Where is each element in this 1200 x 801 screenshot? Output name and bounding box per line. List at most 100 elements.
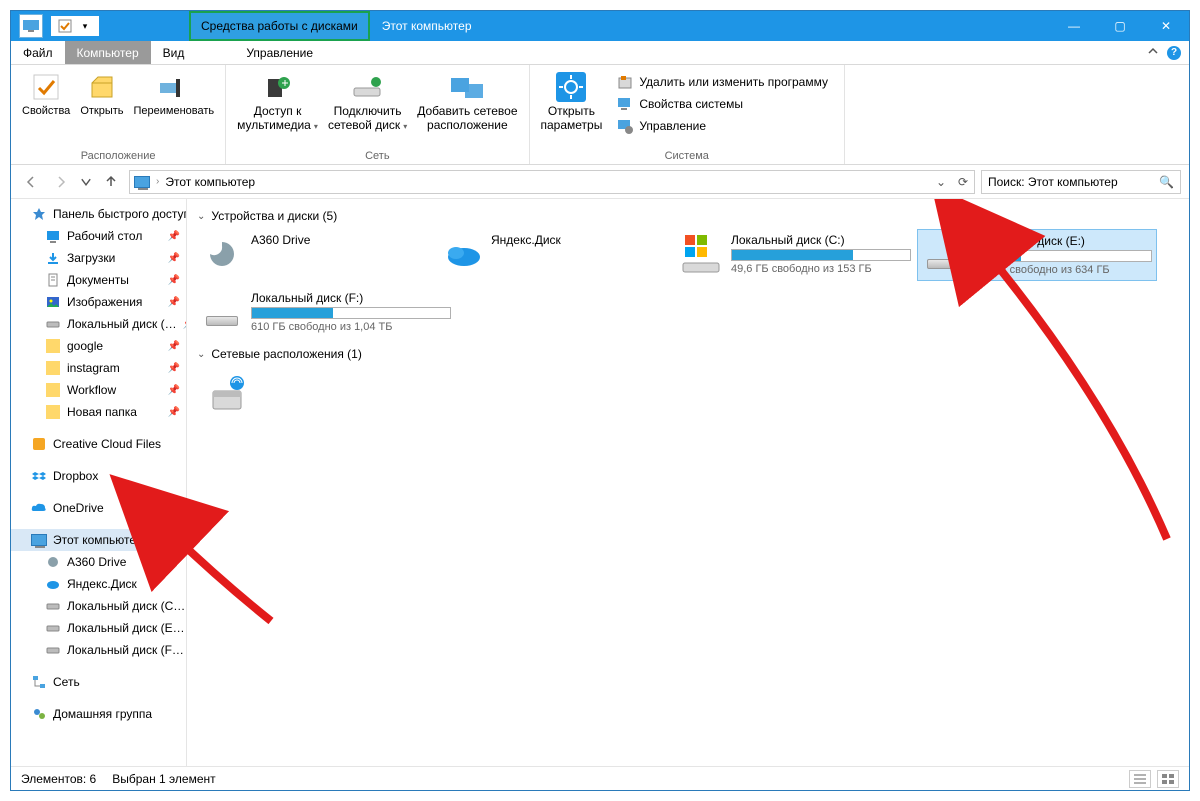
sidebar-item-le[interactable]: Локальный диск (E… — [11, 617, 186, 639]
open-label: Открыть — [80, 105, 123, 118]
ribbon-tabs: Файл Компьютер Вид Управление ? — [11, 41, 1189, 65]
address-dropdown-icon[interactable]: ⌄ — [930, 175, 952, 189]
capacity-bar-e — [972, 250, 1152, 262]
sidebar-item-lc[interactable]: Локальный диск (C… — [11, 595, 186, 617]
yadisk-icon — [441, 233, 483, 275]
sidebar-item-a360[interactable]: A360 Drive — [11, 551, 186, 573]
instagram-icon — [45, 360, 61, 376]
qat-dropdown-icon[interactable]: ▾ — [75, 18, 95, 34]
address-bar-row: › Этот компьютер ⌄ ⟳ Поиск: Этот компьют… — [11, 165, 1189, 199]
sidebar-item-documents[interactable]: Документы📌 — [11, 269, 186, 291]
pin-icon: 📌 — [168, 253, 180, 264]
view-details-button[interactable] — [1129, 770, 1151, 788]
system-properties-button[interactable]: Свойства системы — [613, 93, 832, 115]
status-selection: Выбран 1 элемент — [112, 772, 215, 786]
downloads-icon — [45, 250, 61, 266]
pin-icon: 📌 — [168, 407, 180, 418]
search-placeholder: Поиск: Этот компьютер — [988, 175, 1118, 189]
pin-icon: 📌 — [168, 297, 180, 308]
category-devices[interactable]: ⌄Устройства и диски (5) — [197, 209, 1179, 223]
collapse-ribbon-icon[interactable] — [1147, 45, 1159, 60]
lf-icon — [45, 642, 61, 658]
search-input[interactable]: Поиск: Этот компьютер 🔍 — [981, 170, 1181, 194]
dropbox[interactable]: Dropbox — [11, 465, 186, 487]
add-network-location-button[interactable]: Добавить сетевоерасположение — [412, 69, 522, 148]
capacity-bar-c — [731, 249, 911, 261]
nav-recent-dropdown[interactable] — [79, 170, 93, 194]
cc-icon — [31, 436, 47, 452]
pin-icon: 📌 — [168, 275, 180, 286]
ribbon-group-system: Открытьпараметры Удалить или изменить пр… — [530, 65, 845, 164]
minimize-button[interactable]: — — [1051, 11, 1097, 41]
sidebar-item-newfolder[interactable]: Новая папка📌 — [11, 401, 186, 423]
nav-back-button[interactable] — [19, 170, 43, 194]
status-bar: Элементов: 6 Выбран 1 элемент — [11, 766, 1189, 790]
tab-view[interactable]: Вид — [151, 41, 197, 64]
a360-icon — [201, 233, 243, 275]
lc-icon — [45, 598, 61, 614]
view-large-icons-button[interactable] — [1157, 770, 1179, 788]
breadcrumb[interactable]: Этот компьютер — [165, 175, 255, 189]
address-bar[interactable]: › Этот компьютер ⌄ ⟳ — [129, 170, 975, 194]
cloud-icon — [31, 500, 47, 516]
pc-icon — [31, 532, 47, 548]
rename-label: Переименовать — [134, 105, 215, 118]
homegroup[interactable]: Домашняя группа — [11, 703, 186, 725]
content-pane: ⌄Устройства и диски (5) A360 Drive Яндек… — [187, 199, 1189, 766]
pc-icon — [134, 176, 150, 188]
localdisk-icon — [45, 316, 61, 332]
creative-cloud-files[interactable]: Creative Cloud Files — [11, 433, 186, 455]
qat-properties-icon[interactable] — [55, 18, 75, 34]
open-button[interactable]: Открыть — [75, 69, 128, 148]
tab-computer[interactable]: Компьютер — [65, 41, 151, 64]
system-menu-icon[interactable] — [19, 14, 43, 38]
tile-a360-drive[interactable]: A360 Drive — [197, 229, 437, 281]
media-access-button[interactable]: Доступ кмультимедиа ▾ — [232, 69, 323, 148]
tab-manage[interactable]: Управление — [234, 41, 325, 64]
nav-forward-button[interactable] — [49, 170, 73, 194]
pin-icon: 📌 — [183, 319, 186, 330]
help-icon[interactable]: ? — [1167, 46, 1181, 60]
sidebar-item-google[interactable]: google📌 — [11, 335, 186, 357]
manage-button[interactable]: Управление — [613, 115, 832, 137]
yd-icon — [45, 576, 61, 592]
drive-tools-context-tab[interactable]: Средства работы с дисками — [189, 11, 370, 41]
desktop-icon — [45, 228, 61, 244]
tab-file[interactable]: Файл — [11, 41, 65, 64]
tile-local-disk-e[interactable]: Локальный диск (E:)465 ГБ свободно из 63… — [917, 229, 1157, 281]
quick-access-toolbar: ▾ — [51, 16, 99, 36]
this-pc[interactable]: Этот компьютер — [11, 529, 186, 551]
sidebar-item-yd[interactable]: Яндекс.Диск — [11, 573, 186, 595]
sidebar-item-workflow[interactable]: Workflow📌 — [11, 379, 186, 401]
open-settings-button[interactable]: Открытьпараметры — [536, 69, 608, 148]
nav-up-button[interactable] — [99, 170, 123, 194]
ribbon-group-location: Свойства Открыть Переименовать Расположе… — [11, 65, 226, 164]
a360-icon — [45, 554, 61, 570]
documents-icon — [45, 272, 61, 288]
sidebar-item-instagram[interactable]: instagram📌 — [11, 357, 186, 379]
close-button[interactable]: ✕ — [1143, 11, 1189, 41]
sidebar-item-downloads[interactable]: Загрузки📌 — [11, 247, 186, 269]
map-drive-button[interactable]: Подключитьсетевой диск ▾ — [323, 69, 412, 148]
group-network-label: Сеть — [226, 148, 528, 164]
sidebar-item-localdisk[interactable]: Локальный диск (…📌 — [11, 313, 186, 335]
tile-local-disk-f[interactable]: Локальный диск (F:)610 ГБ свободно из 1,… — [197, 287, 437, 337]
ribbon: Свойства Открыть Переименовать Расположе… — [11, 65, 1189, 165]
tile-local-disk-c[interactable]: Локальный диск (C:)49,6 ГБ свободно из 1… — [677, 229, 917, 281]
sidebar-item-pictures[interactable]: Изображения📌 — [11, 291, 186, 313]
pictures-icon — [45, 294, 61, 310]
rename-button[interactable]: Переименовать — [129, 69, 220, 148]
refresh-icon[interactable]: ⟳ — [952, 175, 974, 189]
pin-icon: 📌 — [168, 341, 180, 352]
tile-network-location[interactable] — [197, 367, 257, 419]
quick-access[interactable]: Панель быстрого доступа — [11, 203, 186, 225]
network[interactable]: Сеть — [11, 671, 186, 693]
sidebar-item-desktop[interactable]: Рабочий стол📌 — [11, 225, 186, 247]
category-network-locations[interactable]: ⌄Сетевые расположения (1) — [197, 347, 1179, 361]
tile-yandex-disk[interactable]: Яндекс.Диск — [437, 229, 677, 281]
maximize-button[interactable]: ▢ — [1097, 11, 1143, 41]
uninstall-program-button[interactable]: Удалить или изменить программу — [613, 71, 832, 93]
onedrive[interactable]: OneDrive — [11, 497, 186, 519]
sidebar-item-lf[interactable]: Локальный диск (F… — [11, 639, 186, 661]
properties-button[interactable]: Свойства — [17, 69, 75, 148]
